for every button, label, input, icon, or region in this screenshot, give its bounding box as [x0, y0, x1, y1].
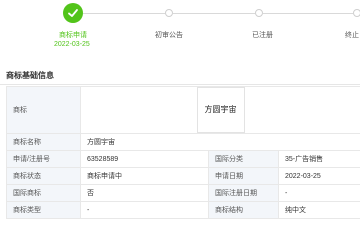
step-label-registered: 已注册 — [252, 32, 273, 39]
step-label-terminated: 终止 — [345, 32, 359, 39]
table-row: 商标类型 - 商标结构 纯中文 — [6, 201, 360, 219]
section-divider — [0, 84, 360, 85]
field-label: 国际注册日期 — [208, 184, 279, 202]
table-row: 申请/注册号 63528589 国际分类 35-广告销售 — [6, 150, 360, 168]
field-label: 国际分类 — [208, 150, 279, 168]
step-marker-pending — [255, 9, 263, 17]
field-value: 否 — [80, 184, 209, 202]
step-marker-pending — [165, 9, 173, 17]
table-row: 商标状态 商标申请中 申请日期 2022-03-25 — [6, 167, 360, 185]
trademark-image-cell: 方圆宇宙 — [79, 86, 360, 134]
field-value: 2022-03-25 — [277, 167, 360, 185]
status-steps: 商标申请 2022-03-25 初审公告 已注册 终止 — [0, 0, 360, 58]
step-marker-pending — [353, 9, 360, 17]
field-label: 商标类型 — [6, 201, 81, 219]
step-label-published: 初审公告 — [155, 32, 183, 39]
field-label: 商标状态 — [6, 167, 81, 185]
section-title: 商标基础信息 — [6, 71, 54, 80]
field-value: 纯中文 — [277, 201, 360, 219]
step-connector — [173, 13, 255, 14]
field-value: - — [277, 184, 360, 202]
step-date-applied: 2022-03-25 — [54, 41, 90, 48]
field-value: 35-广告销售 — [277, 150, 360, 168]
table-row: 商标名称 方圆宇宙 — [6, 133, 360, 151]
image-label: 商标 — [6, 86, 81, 134]
trademark-image: 方圆宇宙 — [196, 87, 245, 133]
step-connector — [83, 13, 165, 14]
field-label: 商标名称 — [6, 133, 81, 151]
step-done-marker — [63, 3, 83, 23]
field-label: 国际商标 — [6, 184, 81, 202]
field-value: 63528589 — [80, 150, 209, 168]
field-label: 申请/注册号 — [6, 150, 81, 168]
step-label-applied: 商标申请 — [59, 32, 87, 39]
trademark-info-table: 商标 方圆宇宙 商标名称 方圆宇宙 申请/注册号 63528589 国际分类 3… — [6, 86, 360, 219]
field-value: 商标申请中 — [80, 167, 209, 185]
field-value: 方圆宇宙 — [79, 133, 360, 151]
field-label: 商标结构 — [208, 201, 279, 219]
check-icon — [68, 9, 78, 17]
field-label: 申请日期 — [208, 167, 279, 185]
table-row: 商标 方圆宇宙 — [6, 86, 360, 134]
table-row: 国际商标 否 国际注册日期 - — [6, 184, 360, 202]
field-value: - — [80, 201, 209, 219]
step-connector — [263, 13, 353, 14]
